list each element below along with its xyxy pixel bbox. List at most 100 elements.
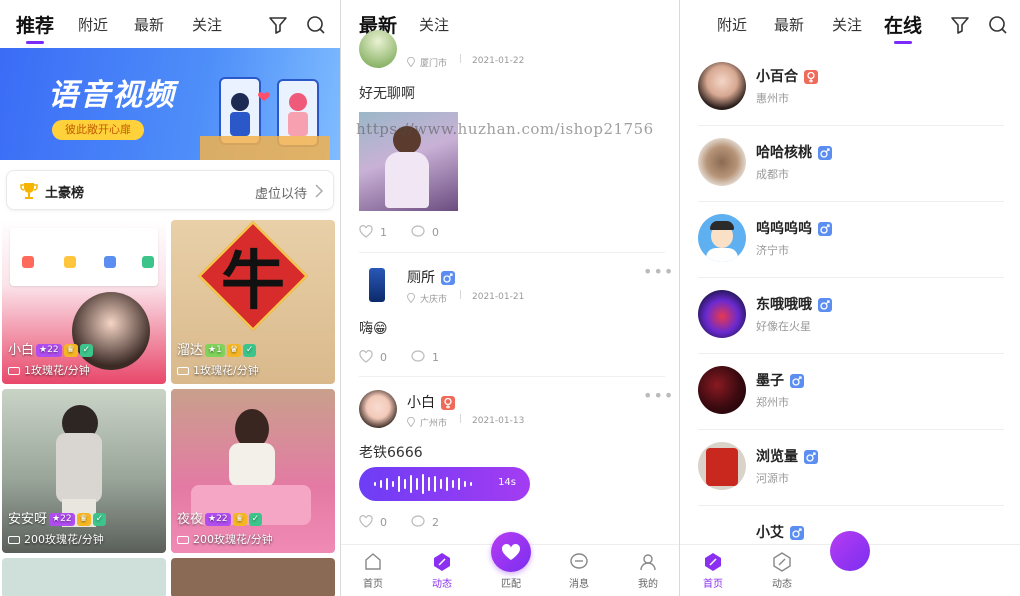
avatar[interactable] [359, 390, 397, 428]
filter-icon[interactable] [950, 15, 970, 35]
user-list-item[interactable]: 小百合 惠州市 [698, 50, 1004, 126]
tab-latest[interactable]: 最新 [774, 14, 804, 35]
location-pin-icon [407, 57, 415, 67]
user-list-item[interactable]: 哈哈核桃 成都市 [698, 126, 1004, 202]
match-button[interactable] [830, 531, 870, 571]
tab-latest[interactable]: 最新 [134, 14, 164, 35]
avatar [698, 62, 746, 110]
user-list-item[interactable]: 浏览量 河源市 [698, 430, 1004, 506]
match-button[interactable] [491, 532, 531, 572]
video-camera-icon [8, 367, 20, 375]
post-author[interactable]: 小白 [407, 392, 455, 412]
tab-follow[interactable]: 关注 [192, 14, 222, 35]
comment-icon[interactable] [411, 515, 425, 528]
like-icon[interactable] [359, 515, 373, 528]
avatar [698, 138, 746, 186]
rich-list-placeholder: 虚位以待 [254, 187, 307, 202]
male-icon [818, 298, 832, 312]
male-icon [818, 222, 832, 236]
heart-icon [501, 543, 521, 560]
feed-screen: 最新 关注 厦门市 | 2021-01-22 好无聊啊 1 0 厕所 大庆市 |… [341, 0, 679, 596]
level-badge: ★22 [205, 513, 231, 526]
video-camera-icon [8, 536, 20, 544]
like-icon[interactable] [359, 350, 373, 363]
banner-title: 语音视频 [48, 78, 176, 113]
avatar [698, 214, 746, 262]
vip-icon: ♛ [63, 344, 78, 357]
female-icon [804, 70, 818, 84]
anchor-price: 200玫瑰花/分钟 [193, 533, 273, 546]
like-count: 0 [380, 351, 387, 364]
search-icon[interactable] [988, 15, 1008, 35]
tab-follow[interactable]: 关注 [832, 14, 862, 35]
chevron-right-icon [315, 184, 323, 198]
nav-home[interactable]: 首页 [693, 552, 733, 590]
rich-list-row[interactable]: 土豪榜 虚位以待 [6, 170, 334, 210]
tab-recommend[interactable]: 推荐 [16, 11, 54, 44]
user-list-item[interactable]: 东哦哦哦 好像在火星 [698, 278, 1004, 354]
poster-character: 牛 [221, 244, 285, 319]
user-name: 墨子 [756, 370, 804, 390]
home-icon [705, 553, 721, 571]
anchor-card[interactable] [171, 558, 335, 596]
post-author[interactable]: 厕所 [407, 267, 455, 287]
user-city: 好像在火星 [756, 320, 811, 333]
location-pin-icon [407, 293, 415, 303]
moments-icon [773, 552, 791, 572]
avatar[interactable] [359, 266, 397, 304]
comment-icon[interactable] [411, 350, 425, 363]
more-icon[interactable]: ••• [643, 386, 674, 405]
nav-home[interactable]: 首页 [353, 552, 393, 590]
promo-banner[interactable]: 语音视频 彼此敞开心扉 [0, 48, 340, 160]
comment-count: 0 [432, 226, 439, 239]
like-count: 0 [380, 516, 387, 529]
post-text: 好无聊啊 [359, 86, 415, 102]
search-icon[interactable] [306, 15, 326, 35]
post-image[interactable] [359, 112, 458, 211]
voice-message-player[interactable]: 14s [359, 467, 530, 501]
anchor-price: 1玫瑰花/分钟 [193, 364, 259, 377]
comment-count: 2 [432, 516, 439, 529]
anchor-card[interactable]: 牛 溜达 ★1 ♛ ✓ 1玫瑰花/分钟 [171, 220, 335, 384]
nav-moments[interactable]: 动态 [422, 552, 462, 590]
user-list-item[interactable]: 呜呜呜呜 济宁市 [698, 202, 1004, 278]
post-date: 2021-01-22 [472, 56, 525, 66]
like-count: 1 [380, 226, 387, 239]
anchor-card[interactable]: 安安呀 ★22 ♛ ✓ 200玫瑰花/分钟 [2, 389, 166, 553]
anchor-card[interactable]: 夜夜 ★22 ♛ ✓ 200玫瑰花/分钟 [171, 389, 335, 553]
comment-icon[interactable] [411, 225, 425, 238]
male-icon [804, 450, 818, 464]
home-recommend-screen: 推荐 附近 最新 关注 语音视频 彼此敞开心扉 土豪榜 虚位以待 小白 ★22 … [0, 0, 340, 596]
more-icon[interactable]: ••• [643, 262, 674, 281]
avatar[interactable] [359, 30, 397, 68]
vip-icon: ♛ [76, 513, 91, 526]
user-city: 郑州市 [756, 396, 789, 409]
male-icon [790, 374, 804, 388]
tab-nearby[interactable]: 附近 [78, 14, 108, 35]
male-icon [818, 146, 832, 160]
anchor-card[interactable] [2, 558, 166, 596]
tab-online[interactable]: 在线 [884, 11, 922, 44]
banner-button[interactable]: 彼此敞开心扉 [52, 120, 144, 140]
anchor-name: 小白 ★22 ♛ ✓ [8, 339, 94, 358]
user-city: 成都市 [756, 168, 789, 181]
user-name: 呜呜呜呜 [756, 218, 832, 238]
voice-duration: 14s [498, 477, 516, 488]
video-camera-icon [177, 367, 189, 375]
bottom-nav: 首页 动态 匹配 消息 我的 [341, 532, 679, 596]
tab-nearby[interactable]: 附近 [717, 14, 747, 35]
online-users-screen: 附近 最新 关注 在线 小百合 惠州市 哈哈核桃 成都市 呜呜呜呜 济宁市 东哦… [680, 0, 1020, 596]
anchor-card[interactable]: 小白 ★22 ♛ ✓ 1玫瑰花/分钟 [2, 220, 166, 384]
nav-match[interactable]: 匹配 [491, 575, 531, 590]
like-icon[interactable] [359, 225, 373, 238]
user-name: 哈哈核桃 [756, 142, 832, 162]
post-city: 大庆市 [420, 295, 448, 305]
verified-icon: ✓ [242, 344, 257, 357]
nav-messages[interactable]: 消息 [559, 552, 599, 590]
user-list-item[interactable]: 墨子 郑州市 [698, 354, 1004, 430]
tab-follow[interactable]: 关注 [419, 14, 449, 35]
avatar [698, 442, 746, 490]
filter-icon[interactable] [268, 15, 288, 35]
nav-moments[interactable]: 动态 [762, 552, 802, 590]
nav-profile[interactable]: 我的 [628, 552, 668, 590]
